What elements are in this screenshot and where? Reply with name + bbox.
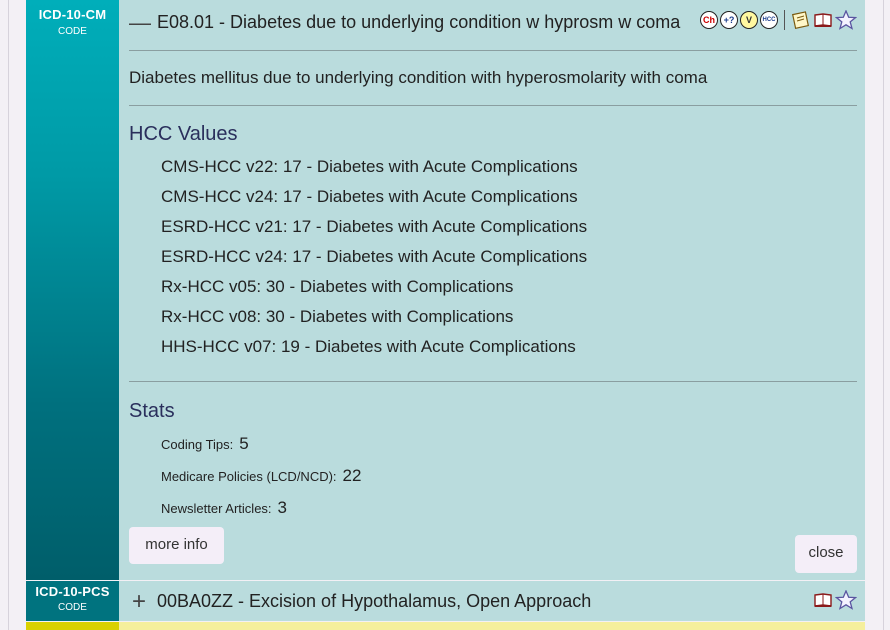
code-title[interactable]: 00BA0ZZ - Excision of Hypothalamus, Open…	[157, 591, 591, 612]
hcc-item: CMS-HCC v22: 17 - Diabetes with Acute Co…	[161, 157, 578, 176]
hcc-item: ESRD-HCC v21: 17 - Diabetes with Acute C…	[161, 217, 588, 236]
notes-icon[interactable]	[791, 11, 811, 29]
code-toolbar	[813, 590, 857, 610]
code-header[interactable]: + 00BA0ZZ - Excision of Hypothalamus, Op…	[129, 589, 591, 613]
v-icon[interactable]: V	[740, 11, 758, 29]
toolbar-divider	[784, 10, 785, 30]
section-sub-code: CODE	[58, 602, 87, 613]
hcc-item: Rx-HCC v08: 30 - Diabetes with Complicat…	[161, 307, 514, 326]
divider	[129, 105, 857, 106]
icd10cm-sidebar: ICD-10-CM CODE	[26, 0, 119, 580]
code-toolbar: Ch +? V HCC	[700, 10, 857, 30]
icd10pcs-panel: + 00BA0ZZ - Excision of Hypothalamus, Op…	[119, 581, 865, 621]
code-header[interactable]: — E08.01 - Diabetes due to underlying co…	[129, 11, 680, 33]
hcc-list: CMS-HCC v22: 17 - Diabetes with Acute Co…	[161, 156, 587, 366]
icd10cm-panel: — E08.01 - Diabetes due to underlying co…	[119, 0, 865, 580]
plus-question-icon[interactable]: +?	[720, 11, 738, 29]
hcc-icon[interactable]: HCC	[760, 11, 778, 29]
hcc-item: Rx-HCC v05: 30 - Diabetes with Complicat…	[161, 277, 514, 296]
stat-coding-tips: Coding Tips: 5	[161, 434, 249, 454]
collapse-icon[interactable]: —	[129, 11, 151, 33]
section-label-icd10pcs: ICD-10-PCS	[35, 584, 110, 599]
ch-icon[interactable]: Ch	[700, 11, 718, 29]
expand-icon[interactable]: +	[129, 589, 149, 613]
section-sub-code: CODE	[58, 26, 87, 37]
book-icon[interactable]	[813, 11, 833, 29]
close-button[interactable]: close	[795, 535, 857, 573]
hcc-item: ESRD-HCC v24: 17 - Diabetes with Acute C…	[161, 247, 588, 266]
hcc-item: CMS-HCC v24: 17 - Diabetes with Acute Co…	[161, 187, 578, 206]
stat-value[interactable]: 3	[278, 498, 287, 517]
hcc-item: HHS-HCC v07: 19 - Diabetes with Acute Co…	[161, 337, 576, 356]
stat-label: Coding Tips:	[161, 437, 234, 452]
star-icon[interactable]	[835, 10, 857, 30]
stat-newsletter-articles: Newsletter Articles: 3	[161, 498, 287, 518]
stat-medicare-policies: Medicare Policies (LCD/NCD): 22	[161, 466, 361, 486]
icd10pcs-sidebar: ICD-10-PCS CODE	[26, 581, 119, 621]
divider	[129, 381, 857, 382]
stat-value[interactable]: 22	[343, 466, 362, 485]
code-title[interactable]: E08.01 - Diabetes due to underlying cond…	[157, 12, 680, 33]
star-icon[interactable]	[835, 590, 857, 610]
cpt-panel	[119, 622, 865, 630]
stat-label: Newsletter Articles:	[161, 501, 272, 516]
book-icon[interactable]	[813, 591, 833, 609]
hcc-heading: HCC Values	[129, 123, 238, 145]
section-label-icd10cm: ICD-10-CM	[38, 7, 107, 22]
cpt-sidebar	[26, 622, 119, 630]
code-description: Diabetes mellitus due to underlying cond…	[129, 68, 708, 87]
more-info-button[interactable]: more info	[129, 527, 224, 564]
stat-label: Medicare Policies (LCD/NCD):	[161, 469, 337, 484]
divider	[129, 50, 857, 51]
stat-value[interactable]: 5	[239, 434, 248, 453]
stats-heading: Stats	[129, 400, 175, 422]
